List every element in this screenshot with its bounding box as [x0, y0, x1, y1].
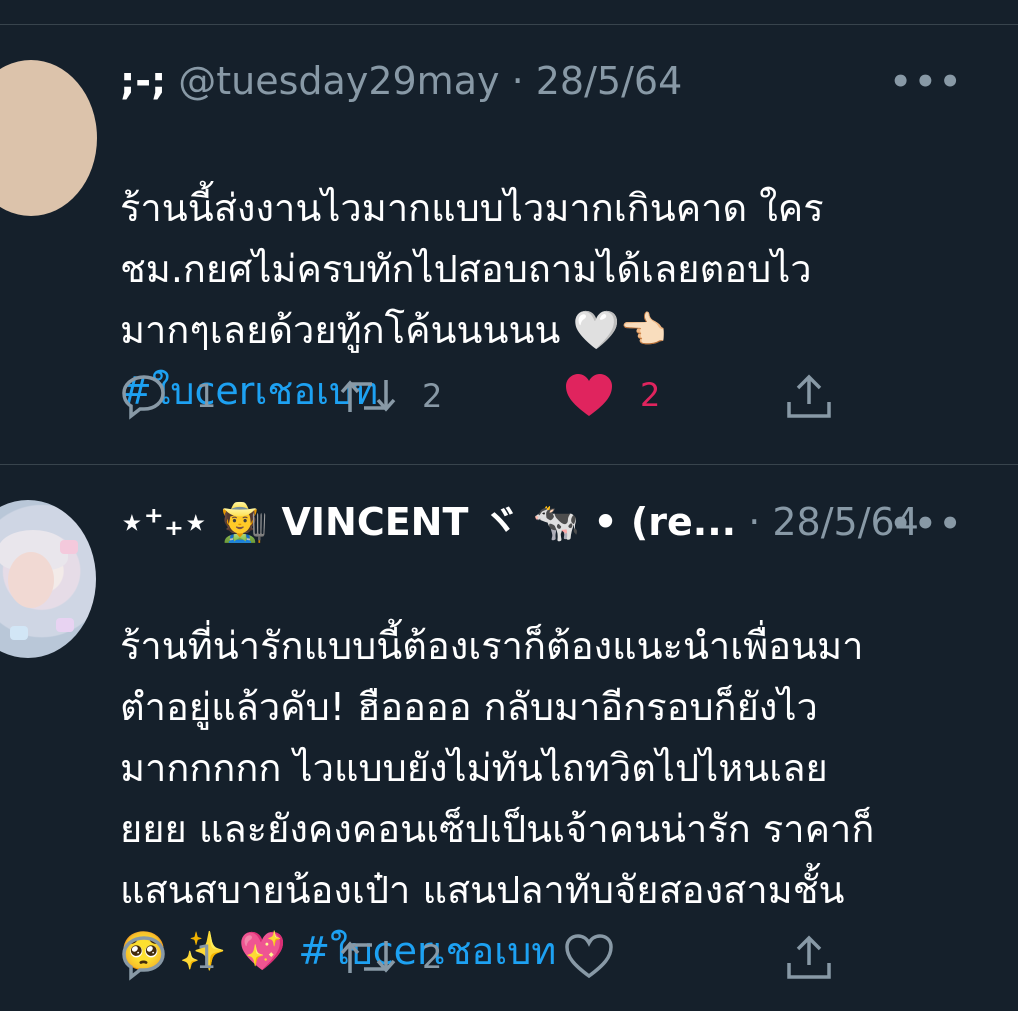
avatar-face [8, 552, 54, 608]
like-count: 2 [640, 376, 661, 414]
share-button[interactable] [784, 933, 834, 983]
avatar-sticker [60, 540, 78, 554]
tweet-actions: 1 2 2 [120, 372, 840, 428]
reply-count: 1 [196, 377, 217, 415]
more-icon[interactable]: ••• [890, 62, 964, 102]
tweet-actions: 1 2 [120, 933, 840, 989]
avatar[interactable] [0, 500, 96, 658]
separator-dot: · [748, 500, 761, 544]
display-name[interactable]: ⋆⁺₊⋆ 🧑‍🌾 VINCENT ヾ 🐄 • (re... [120, 500, 736, 544]
share-button[interactable] [784, 372, 834, 422]
avatar-sticker [56, 618, 74, 632]
reply-icon [122, 936, 165, 981]
retweet-count: 2 [422, 377, 443, 415]
reply-count: 1 [196, 938, 217, 976]
tweet-text: ร้านที่น่ารักแบบนี้ต้องเราก็ต้องแนะนำเพื… [120, 555, 960, 982]
reply-button[interactable]: 1 [120, 933, 216, 981]
tweet-header: ;-; @tuesday29may · 28/5/64 [120, 59, 682, 103]
tweet-divider [0, 464, 1018, 465]
separator-dot: · [511, 59, 524, 103]
tweet-body: ร้านนี้ส่งงานไวมากแบบไวมากเกินคาด ใคร ชม… [120, 186, 824, 352]
reply-button[interactable]: 1 [120, 372, 216, 420]
avatar[interactable] [0, 60, 97, 216]
like-button[interactable]: 2 [564, 372, 660, 418]
reply-icon [122, 375, 165, 420]
retweet-icon [340, 380, 396, 412]
retweet-icon [340, 941, 396, 973]
top-divider [0, 24, 1018, 25]
tweet-body: ร้านที่น่ารักแบบนี้ต้องเราก็ต้องแนะนำเพื… [120, 624, 875, 973]
share-icon [787, 935, 831, 979]
heart-icon [565, 934, 613, 979]
retweet-button[interactable]: 2 [340, 933, 442, 981]
user-handle[interactable]: @tuesday29may [178, 59, 499, 103]
retweet-button[interactable]: 2 [340, 372, 442, 420]
display-name[interactable]: ;-; [120, 59, 166, 103]
tweet-date[interactable]: 28/5/64 [536, 59, 683, 103]
like-button[interactable] [564, 933, 640, 979]
tweet-header: ⋆⁺₊⋆ 🧑‍🌾 VINCENT ヾ 🐄 • (re... · 28/5/64 [120, 500, 919, 544]
heart-icon [566, 374, 612, 416]
share-icon [787, 374, 831, 418]
avatar-sticker [10, 626, 28, 640]
more-icon[interactable]: ••• [890, 504, 964, 544]
retweet-count: 2 [422, 938, 443, 976]
